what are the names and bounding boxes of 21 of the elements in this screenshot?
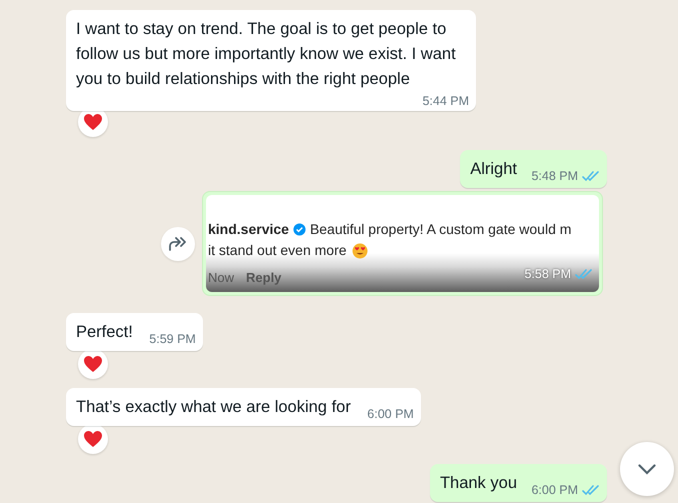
username: kind.service (208, 220, 289, 239)
forward-icon (169, 236, 187, 250)
comment-text: it stand out even more (208, 241, 347, 260)
message-time: 5:58 PM (524, 266, 571, 283)
message-time: 6:00 PM (531, 483, 578, 498)
forward-button[interactable] (161, 226, 195, 260)
chevron-down-icon (638, 464, 656, 474)
heart-reaction-icon[interactable] (78, 349, 108, 379)
message-time: 6:00 PM (367, 407, 414, 422)
message-text: Thank you (440, 474, 517, 492)
comment-age: Now (208, 269, 234, 287)
message-time: 5:48 PM (531, 169, 578, 184)
message-text: Perfect! (76, 323, 133, 341)
message-time: 5:44 PM (422, 94, 469, 109)
message-time: 5:59 PM (149, 332, 196, 347)
image-message[interactable]: kind.service Beautiful property! A custom gate would m it stand out even more Now Reply 5:58 PM (202, 191, 603, 296)
comment-text: Beautiful property! A custom gate would m (310, 220, 572, 239)
message-text: That’s exactly what we are looking for (76, 398, 351, 416)
message-text: I want to stay on trend. The goal is to get people to follow us but more importantly know we exist. I want you to build relationships with the right people (76, 20, 456, 88)
message-text: Alright (470, 160, 517, 178)
heart-reaction-icon[interactable] (78, 424, 108, 454)
